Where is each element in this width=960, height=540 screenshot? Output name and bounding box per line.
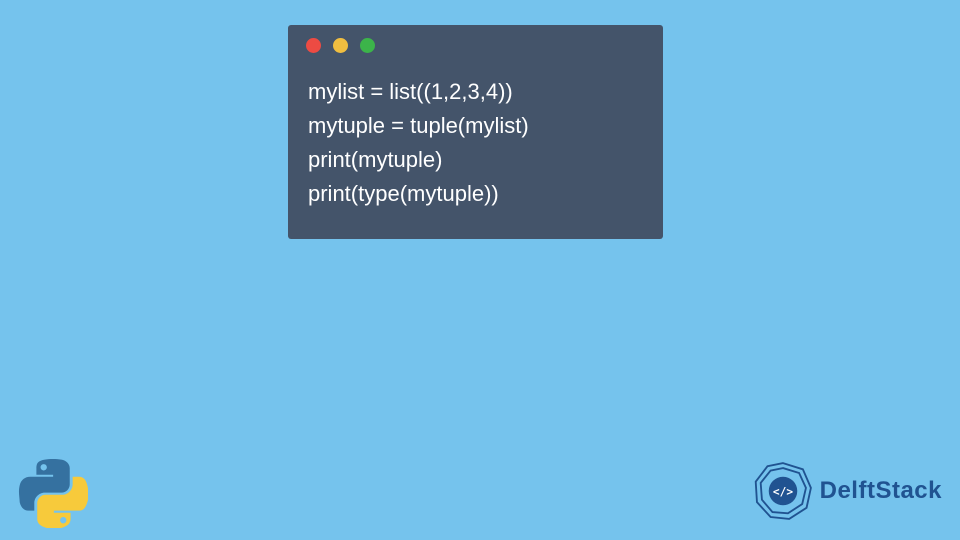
delftstack-emblem-icon: </> [752, 460, 814, 522]
close-icon [306, 38, 321, 53]
code-window: mylist = list((1,2,3,4)) mytuple = tuple… [288, 25, 663, 239]
emblem-glyph: </> [773, 485, 793, 498]
code-body: mylist = list((1,2,3,4)) mytuple = tuple… [288, 65, 663, 239]
code-line: mylist = list((1,2,3,4)) [308, 75, 643, 109]
code-line: print(type(mytuple)) [308, 177, 643, 211]
delftstack-logo: </> DelftStack [752, 460, 942, 522]
brand-name: DelftStack [820, 477, 942, 505]
code-line: mytuple = tuple(mylist) [308, 109, 643, 143]
window-titlebar [288, 25, 663, 65]
maximize-icon [360, 38, 375, 53]
minimize-icon [333, 38, 348, 53]
python-logo-icon [18, 458, 88, 528]
code-line: print(mytuple) [308, 143, 643, 177]
